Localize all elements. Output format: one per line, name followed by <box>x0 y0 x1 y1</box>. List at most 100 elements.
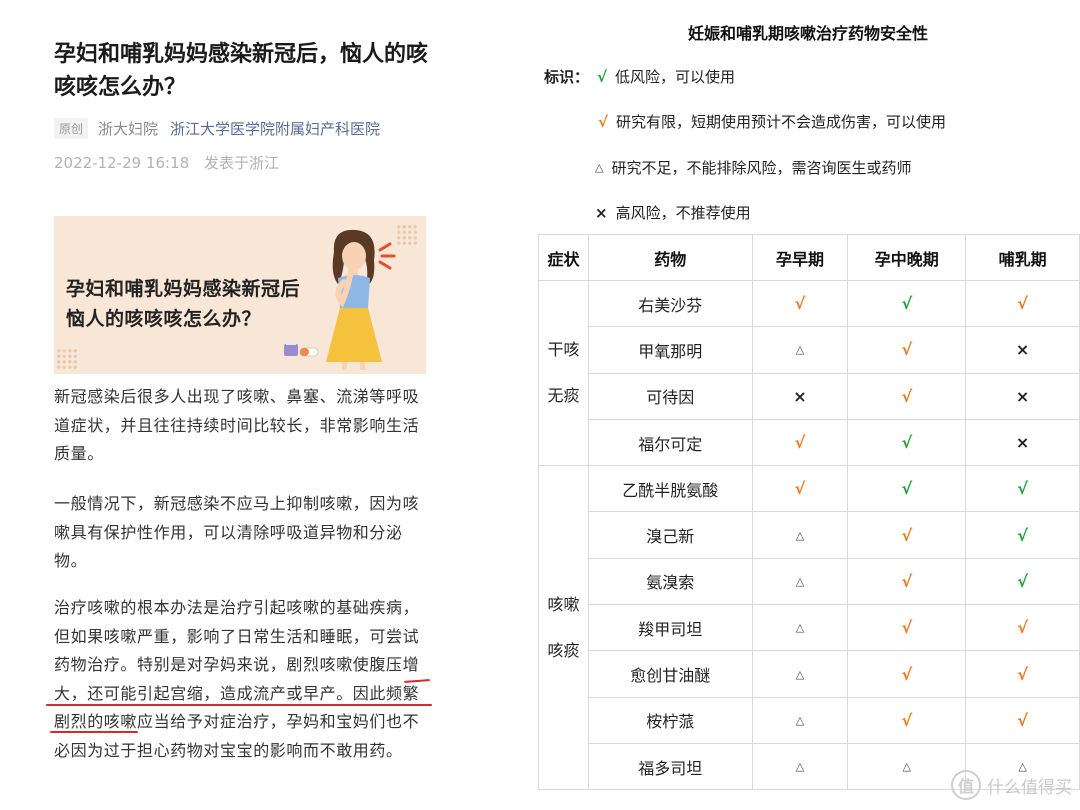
drug-name-cell: 可待因 <box>587 372 753 420</box>
drug-name-cell: 愈创甘油醚 <box>587 650 753 698</box>
paragraph: 治疗咳嗽的根本办法是治疗引起咳嗽的基础疾病，但如果咳嗽严重，影响了日常生活和睡眠… <box>54 598 420 760</box>
cross-icon: × <box>595 203 608 222</box>
green-check-icon: √ <box>847 418 967 467</box>
triangle-icon: △ <box>847 742 967 791</box>
paragraph: 新冠感染后很多人出现了咳嗽、鼻塞、流涕等呼吸道症状，并且往往持续时间比较长，非常… <box>54 387 420 463</box>
author-name[interactable]: 浙大妇院 <box>98 118 158 139</box>
table-body: 干咳 无痰 右美沙芬 √ √ √ 甲氧那明 △ √ × 可待因 × √ × 福尔可定 √ √ × 咳嗽 咳痰 乙酰半胱氨… <box>538 279 1080 791</box>
orange-check-icon: √ <box>847 511 967 559</box>
orange-check-icon: √ <box>751 418 849 467</box>
green-check-icon: √ <box>965 557 1080 606</box>
legend-label: 标识： <box>544 68 590 86</box>
table-row: 福尔可定 √ √ × <box>539 418 1080 467</box>
banner-line: 孕妇和哺乳妈妈感染新冠后 <box>66 278 301 300</box>
green-check-icon: √ <box>965 465 1080 513</box>
drug-name-cell: 乙酰半胱氨酸 <box>587 465 753 513</box>
table-title: 妊娠和哺乳期咳嗽治疗药物安全性 <box>687 24 928 43</box>
header-cell: 症状 <box>538 234 589 281</box>
account-link[interactable]: 浙江大学医学院附属妇产科医院 <box>170 118 380 139</box>
green-check-icon: √ <box>847 279 967 328</box>
drug-safety-panel: 妊娠和哺乳期咳嗽治疗药物安全性 标识： √ 低风险，可以使用 √ 研究有限，短期… <box>538 0 1080 810</box>
table-row: 甲氧那明 △ √ × <box>539 326 1080 374</box>
article-panel: 孕妇和哺乳妈妈感染新冠后，恼人的咳咳咳怎么办？ 原创 浙大妇院 浙江大学医学院附… <box>0 0 480 810</box>
watermark-text: 什么值得买 <box>987 777 1072 798</box>
original-badge: 原创 <box>54 118 89 139</box>
banner-text: 孕妇和哺乳妈妈感染新冠后 恼人的咳咳咳怎么办？ <box>66 274 300 334</box>
cross-icon: × <box>751 372 849 420</box>
cross-icon: × <box>965 418 1080 467</box>
drug-name-cell: 氨溴索 <box>587 557 753 606</box>
orange-check-icon: √ <box>847 650 967 698</box>
orange-check-icon: √ <box>751 279 849 328</box>
triangle-icon: △ <box>751 696 849 744</box>
legend-text: 研究有限，短期使用预计不会造成伤害，可以使用 <box>616 113 947 131</box>
table-row: 咳嗽 咳痰 乙酰半胱氨酸 √ √ √ <box>538 465 1080 791</box>
orange-check-icon: √ <box>598 112 609 131</box>
publish-info: 2022-12-29 16:18 发表于浙江 <box>54 152 279 173</box>
table-row: 干咳 无痰 右美沙芬 √ √ √ <box>538 279 1080 467</box>
triangle-icon: △ <box>751 604 849 652</box>
drug-name-cell: 福尔可定 <box>587 418 753 467</box>
dots-decoration <box>56 348 78 370</box>
table-row: 羧甲司坦 △ √ √ <box>539 604 1080 652</box>
triangle-icon: △ <box>751 326 849 374</box>
table-header-row: 症状 药物 孕早期 孕中晚期 哺乳期 <box>538 234 1080 281</box>
orange-check-icon: √ <box>847 696 967 744</box>
orange-check-icon: √ <box>965 696 1080 744</box>
banner-line: 恼人的咳咳咳怎么办？ <box>66 308 262 330</box>
drug-name-cell: 福多司坦 <box>587 742 753 791</box>
red-underline-mark <box>46 704 432 706</box>
drug-name-cell: 桉柠蒎 <box>587 696 753 744</box>
orange-check-icon: √ <box>965 650 1080 698</box>
watermark: 值 什么值得买 <box>951 770 1072 800</box>
publish-location: 发表于浙江 <box>203 154 279 172</box>
header-cell: 孕中晚期 <box>847 234 967 281</box>
header-cell: 药物 <box>587 234 753 281</box>
triangle-icon: △ <box>751 511 849 559</box>
publish-date: 2022-12-29 16:18 <box>54 154 190 172</box>
symptom-label: 无痰 <box>547 386 580 406</box>
drug-safety-table: 症状 药物 孕早期 孕中晚期 哺乳期 干咳 无痰 右美沙芬 √ √ √ 甲氧那明 △ √ × 可待因… <box>538 234 1080 791</box>
drug-name-cell: 右美沙芬 <box>587 279 753 328</box>
paragraph: 一般情况下，新冠感染不应马上抑制咳嗽，因为咳嗽具有保护性作用，可以清除呼吸道异物… <box>54 494 420 570</box>
triangle-icon: △ <box>751 650 849 698</box>
symptom-label: 干咳 <box>547 340 580 360</box>
triangle-icon: △ <box>751 557 849 606</box>
triangle-icon: △ <box>595 161 604 174</box>
table-row: 桉柠蒎 △ √ √ <box>539 696 1080 744</box>
green-check-icon: √ <box>965 511 1080 559</box>
red-underline-mark <box>50 731 138 733</box>
legend-text: 高风险，不推荐使用 <box>615 204 751 222</box>
smzdm-logo-icon: 值 <box>951 770 981 800</box>
orange-check-icon: √ <box>965 279 1080 328</box>
symptom-cell: 干咳 无痰 <box>538 279 589 467</box>
cross-icon: × <box>965 326 1080 374</box>
orange-check-icon: √ <box>847 326 967 374</box>
cross-icon: × <box>965 372 1080 420</box>
green-check-icon: √ <box>597 67 608 86</box>
symptom-cell: 咳嗽 咳痰 <box>538 465 589 791</box>
drug-name-cell: 溴己新 <box>587 511 753 559</box>
table-row: 溴己新 △ √ √ <box>539 511 1080 559</box>
orange-check-icon: √ <box>847 604 967 652</box>
green-check-icon: √ <box>847 465 967 513</box>
symptom-label: 咳嗽 <box>547 594 580 614</box>
drug-name-cell: 甲氧那明 <box>587 326 753 374</box>
legend-row-low-risk: 标识： √ 低风险，可以使用 <box>544 66 735 87</box>
header-cell: 孕早期 <box>751 234 849 281</box>
drug-name-cell: 羧甲司坦 <box>587 604 753 652</box>
article-meta: 原创 浙大妇院 浙江大学医学院附属妇产科医院 <box>54 118 380 139</box>
article-banner: 孕妇和哺乳妈妈感染新冠后 恼人的咳咳咳怎么办？ <box>54 216 426 374</box>
legend-row-insufficient: △ 研究不足，不能排除风险，需咨询医生或药师 <box>595 157 911 178</box>
table-row: 愈创甘油醚 △ √ √ <box>539 650 1080 698</box>
legend-text: 低风险，可以使用 <box>615 68 736 86</box>
triangle-icon: △ <box>751 742 849 791</box>
orange-check-icon: √ <box>847 557 967 606</box>
orange-check-icon: √ <box>847 372 967 420</box>
table-row: 氨溴索 △ √ √ <box>539 557 1080 606</box>
orange-check-icon: √ <box>751 465 849 513</box>
legend-row-high-risk: × 高风险，不推荐使用 <box>595 202 751 223</box>
header-cell: 哺乳期 <box>965 234 1080 281</box>
legend-text: 研究不足，不能排除风险，需咨询医生或药师 <box>611 159 912 177</box>
legend-row-limited: √ 研究有限，短期使用预计不会造成伤害，可以使用 <box>598 111 946 132</box>
